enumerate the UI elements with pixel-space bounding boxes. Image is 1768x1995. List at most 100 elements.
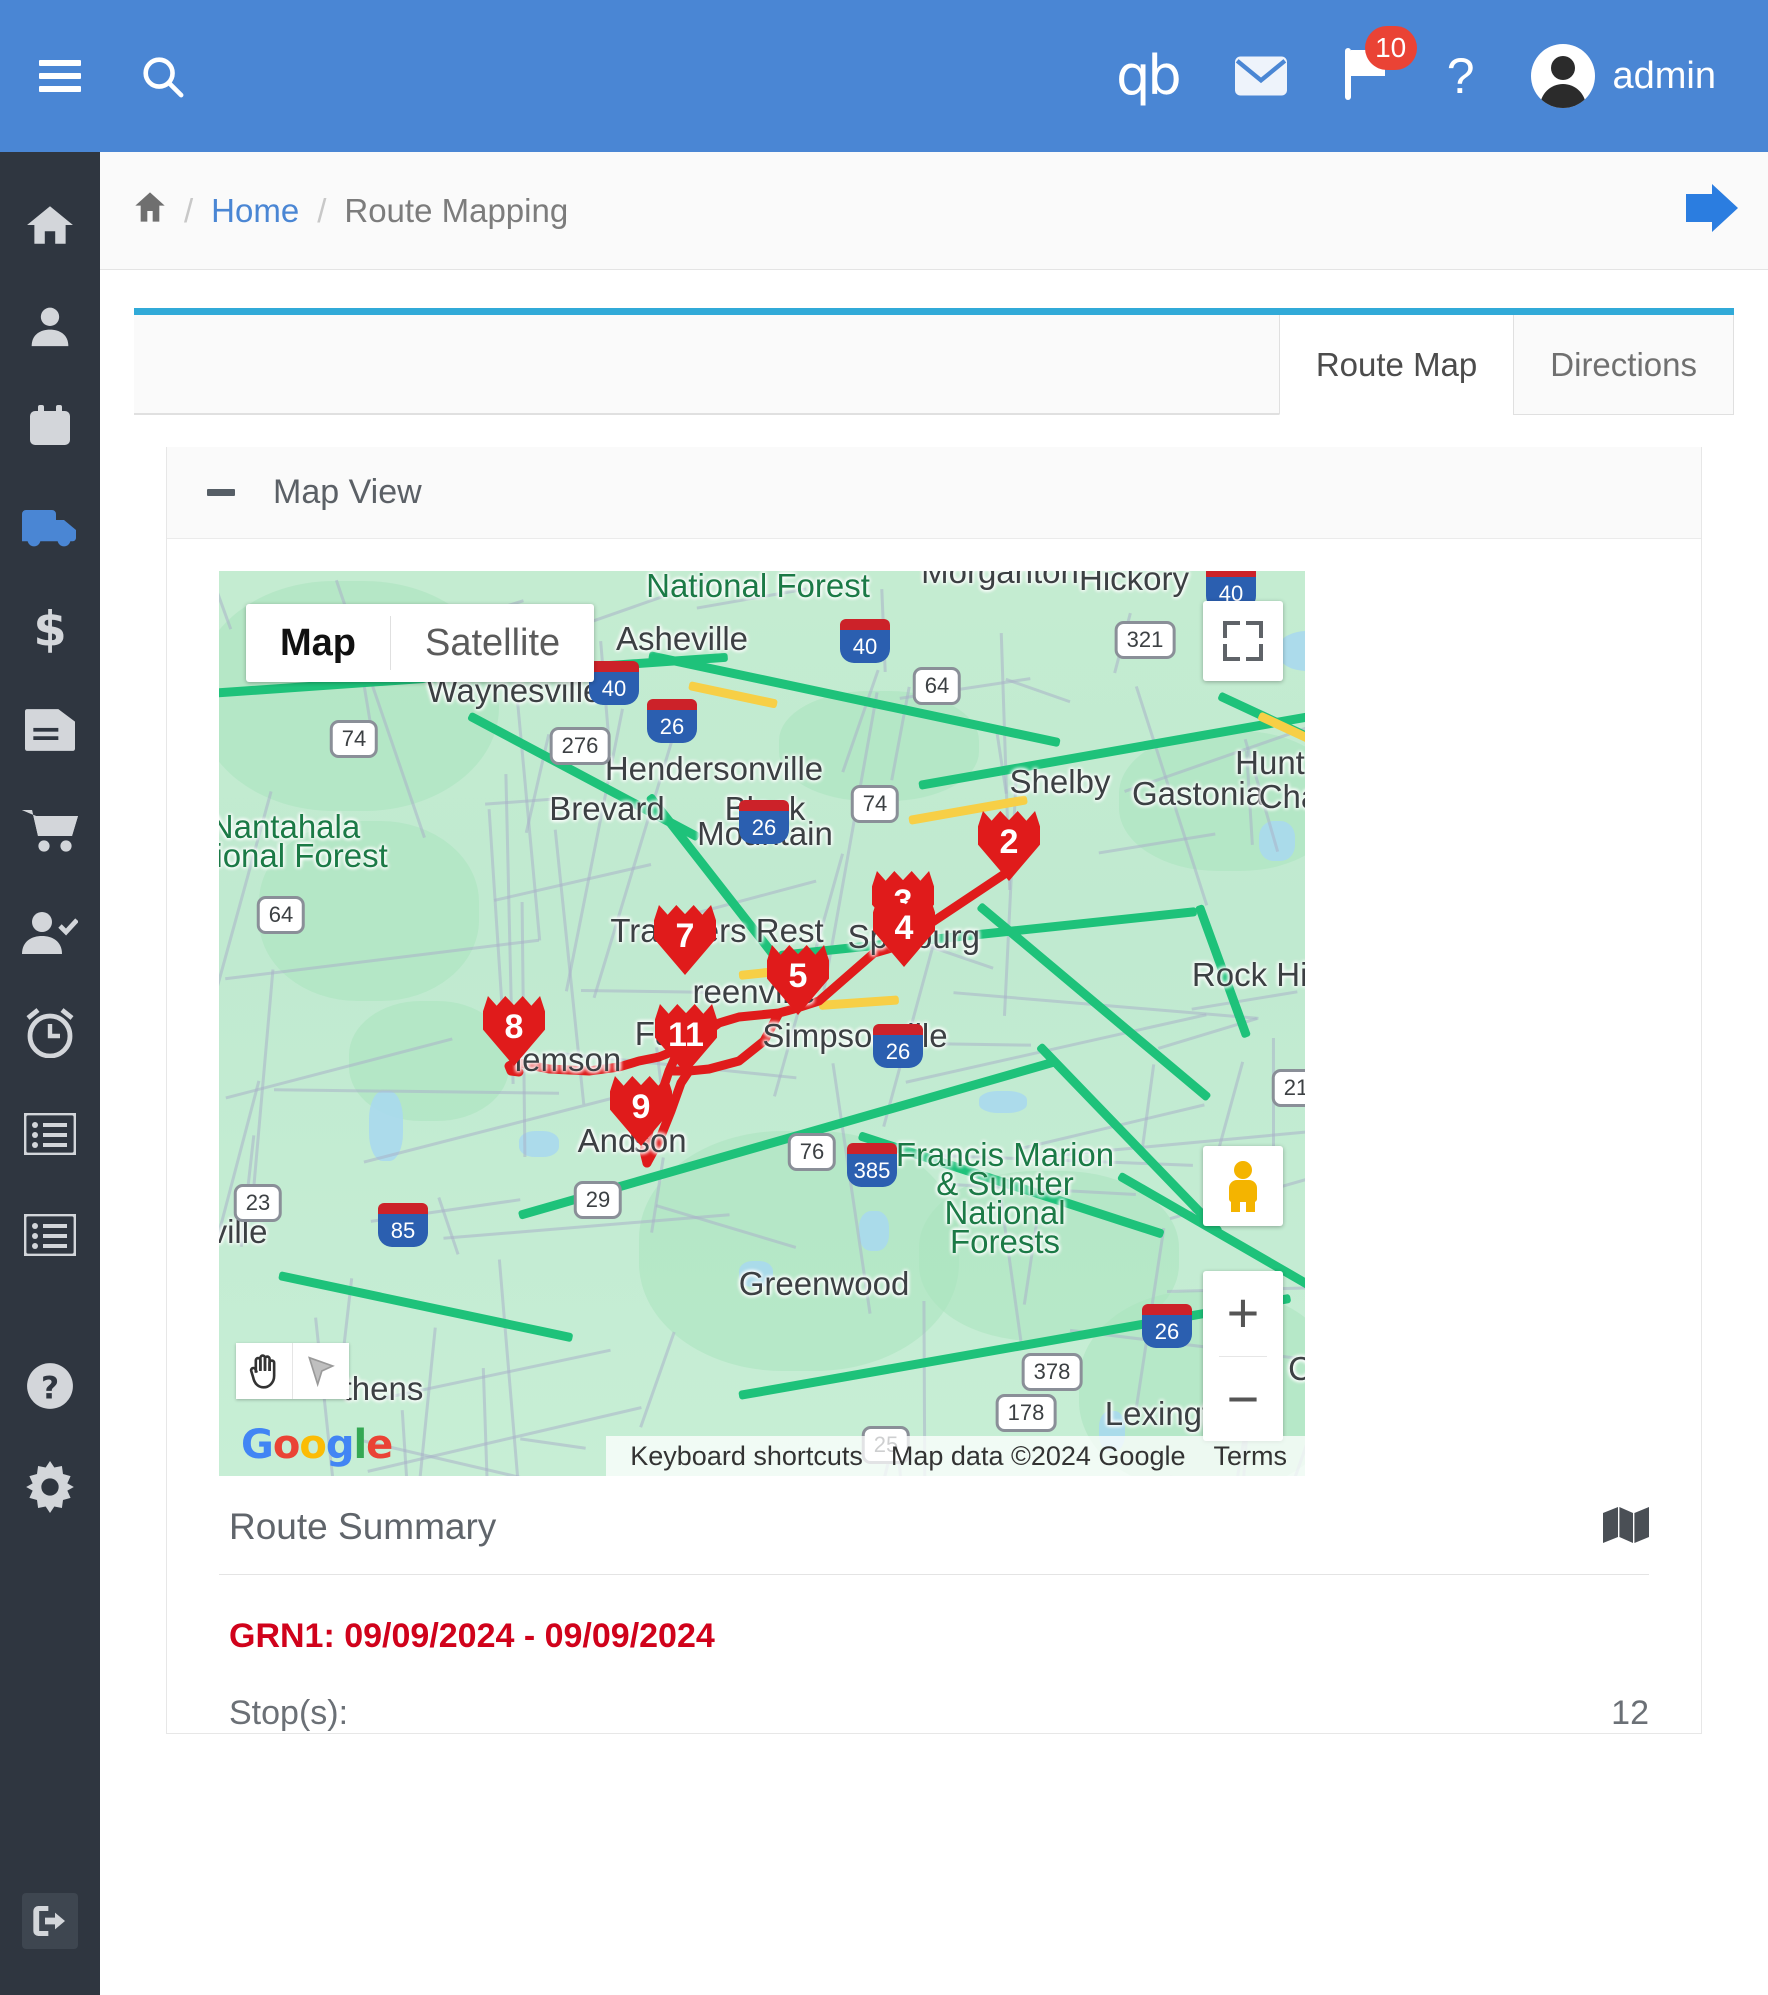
- route-shield: 74: [850, 785, 900, 823]
- interstate-shield: 26: [739, 800, 789, 844]
- breadcrumb-item-home[interactable]: Home: [211, 192, 299, 230]
- sidebar-item-reports[interactable]: [0, 1083, 100, 1184]
- marker-number: 7: [675, 917, 695, 955]
- map-type-map[interactable]: Map: [246, 604, 390, 682]
- avatar: [1530, 44, 1595, 108]
- map-view-card: Map View National Forest Morganton Hickory…: [166, 447, 1702, 1734]
- map-icon[interactable]: [1603, 1506, 1649, 1548]
- marker-number: 2: [999, 823, 1019, 861]
- sidebar-item-documents[interactable]: [0, 679, 100, 780]
- topbar-left-group: [0, 50, 188, 102]
- breadcrumb-item-current: Route Mapping: [344, 191, 569, 229]
- google-map[interactable]: National Forest Morganton Hickory Asheville…: [219, 571, 1305, 1476]
- gear-icon: [26, 1460, 74, 1513]
- breadcrumb-separator: /: [184, 191, 194, 229]
- route-shield: 178: [995, 1394, 1057, 1432]
- main-content: / Home / Route Mapping Route Map Directi…: [100, 152, 1768, 1995]
- mail-icon[interactable]: [1234, 50, 1287, 102]
- map-pan-tools[interactable]: [236, 1343, 349, 1399]
- home-icon: [27, 205, 73, 244]
- sidebar-item-help[interactable]: ?: [0, 1335, 100, 1436]
- interstate-shield: 40: [840, 619, 890, 663]
- hand-pan-icon[interactable]: [236, 1343, 292, 1399]
- minus-icon[interactable]: [207, 489, 235, 496]
- route-summary-row-stops: Stop(s): 12: [219, 1656, 1649, 1733]
- zoom-in-button[interactable]: +: [1203, 1271, 1283, 1356]
- breadcrumb-bar: / Home / Route Mapping: [100, 152, 1768, 270]
- route-shield: 64: [912, 667, 962, 705]
- sidebar-item-customers[interactable]: [0, 275, 100, 376]
- interstate-shield: 26: [647, 699, 697, 743]
- interstate-shield: 40: [589, 661, 639, 705]
- sidebar-item-billing[interactable]: $: [0, 578, 100, 679]
- route-shield: 21: [1271, 1069, 1305, 1107]
- tab-directions[interactable]: Directions: [1513, 315, 1734, 414]
- keyboard-shortcuts-link[interactable]: Keyboard shortcuts: [630, 1441, 863, 1472]
- sidebar-item-routing[interactable]: [0, 477, 100, 578]
- route-shield: 321: [1114, 621, 1176, 659]
- interstate-shield: 385: [847, 1143, 897, 1187]
- route-summary-title: Route Summary: [229, 1506, 497, 1547]
- map-terrain: [219, 571, 1305, 1476]
- search-icon[interactable]: [136, 50, 188, 102]
- breadcrumb-home-icon[interactable]: [134, 191, 166, 230]
- map-stop-marker[interactable]: 9: [610, 1076, 672, 1146]
- help-icon[interactable]: ?: [1447, 47, 1475, 105]
- map-zoom-controls[interactable]: + −: [1203, 1271, 1283, 1441]
- tab-bar: Route Map Directions: [134, 315, 1734, 415]
- map-view-title: Map View: [273, 473, 422, 511]
- map-type-toggle[interactable]: Map Satellite: [246, 604, 595, 682]
- arrow-cursor-icon[interactable]: [293, 1343, 349, 1399]
- map-stop-marker[interactable]: 2: [978, 811, 1040, 881]
- tab-route-map[interactable]: Route Map: [1278, 315, 1514, 415]
- map-view-card-header[interactable]: Map View: [167, 447, 1701, 539]
- calendar-icon: [30, 404, 70, 445]
- zoom-out-button[interactable]: −: [1203, 1357, 1283, 1442]
- question-circle-icon: ?: [27, 1362, 73, 1409]
- map-type-satellite[interactable]: Satellite: [391, 604, 594, 682]
- sidebar-item-settings[interactable]: [0, 1436, 100, 1537]
- map-stop-marker[interactable]: 4: [873, 897, 935, 967]
- tab-filler: [134, 315, 1279, 414]
- route-shield: 74: [329, 720, 379, 758]
- hamburger-menu-icon[interactable]: [34, 50, 86, 102]
- sidebar-item-home[interactable]: [0, 174, 100, 275]
- map-stop-marker[interactable]: 7: [654, 905, 716, 975]
- sidebar-item-lists[interactable]: [0, 1184, 100, 1285]
- route-shield: 76: [787, 1133, 837, 1171]
- username-label: admin: [1612, 54, 1717, 97]
- breadcrumb-separator: /: [317, 191, 327, 229]
- interstate-shield: 26: [873, 1024, 923, 1068]
- quickbooks-icon[interactable]: qb: [1116, 49, 1182, 103]
- sign-in-arrow-icon[interactable]: [1686, 184, 1740, 237]
- route-summary-stops-value: 12: [1611, 1694, 1649, 1732]
- tab-route-map-label: Route Map: [1315, 345, 1478, 383]
- route-shield: 23: [233, 1184, 283, 1222]
- map-stop-marker[interactable]: 8: [483, 996, 545, 1066]
- topbar-right-group: qb 10 ? admin: [1116, 25, 1768, 108]
- terms-link[interactable]: Terms: [1214, 1441, 1288, 1472]
- truck-icon: [22, 509, 76, 546]
- sidebar-collapse-button[interactable]: [22, 1893, 78, 1949]
- notifications-flag-button[interactable]: 10: [1343, 25, 1417, 105]
- map-stop-marker[interactable]: 5: [767, 945, 829, 1015]
- street-view-pegman-icon[interactable]: [1203, 1146, 1283, 1226]
- fullscreen-icon[interactable]: [1203, 601, 1283, 681]
- map-data-text: Map data ©2024 Google: [890, 1440, 1186, 1471]
- map-attribution: Keyboard shortcuts Map data ©2024 Google…: [606, 1436, 1305, 1476]
- marker-number: 5: [788, 957, 808, 995]
- sidebar-item-time-clock[interactable]: [0, 982, 100, 1083]
- user-icon: [31, 307, 69, 346]
- route-shield: 64: [256, 896, 306, 934]
- page-content: Route Map Directions Map View National F…: [100, 270, 1768, 1734]
- interstate-shield: 85: [378, 1203, 428, 1247]
- marker-number: 8: [504, 1008, 524, 1046]
- sidebar-item-orders[interactable]: [0, 780, 100, 881]
- sidebar-item-calendar[interactable]: [0, 376, 100, 477]
- route-summary-route-label: GRN1: 09/09/2024 - 09/09/2024: [229, 1617, 715, 1655]
- google-logo[interactable]: Google: [241, 1422, 393, 1468]
- map-stop-marker[interactable]: 11: [655, 1004, 717, 1074]
- sidebar-item-employees[interactable]: [0, 881, 100, 982]
- route-mapping-panel: Route Map Directions Map View National F…: [134, 308, 1734, 1734]
- user-menu[interactable]: admin: [1530, 44, 1717, 108]
